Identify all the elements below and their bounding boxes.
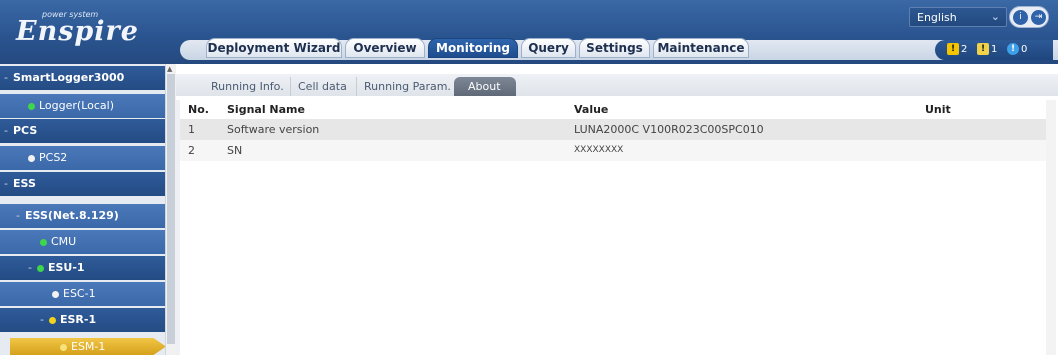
status-dot-icon xyxy=(49,316,56,324)
cell-value: XXXXXXXX xyxy=(574,145,624,155)
minor-alarm-icon: ! xyxy=(977,43,989,55)
cell-no: 2 xyxy=(188,144,195,157)
tree-item-label: ESM-1 xyxy=(71,340,106,353)
tree-item-esr-1[interactable]: - ESR-1 xyxy=(0,308,165,332)
table-header-row: No. Signal Name Value Unit xyxy=(180,99,1054,119)
scrollbar-thumb[interactable] xyxy=(167,74,175,344)
signal-table: No. Signal Name Value Unit 1 Software ve… xyxy=(180,99,1054,161)
tab-running-param[interactable]: Running Param. xyxy=(356,77,458,96)
collapse-icon[interactable]: - xyxy=(4,172,11,196)
warning-alarm-icon: ! xyxy=(1007,43,1019,55)
content-panel: Running Info. Cell data Running Param. A… xyxy=(176,64,1058,355)
tree-item-esc-1[interactable]: ESC-1 xyxy=(0,282,165,306)
col-header-value: Value xyxy=(574,103,609,116)
tab-query[interactable]: Query xyxy=(521,38,576,58)
collapse-icon[interactable]: - xyxy=(40,308,47,332)
minor-alarm[interactable]: ! 1 xyxy=(977,43,997,55)
status-dot-icon xyxy=(52,290,59,298)
tree-item-label: ESS(Net.8.129) xyxy=(25,209,119,222)
tree-item-label: PCS2 xyxy=(39,151,68,164)
tree-item-label: CMU xyxy=(51,235,77,248)
tab-maintenance[interactable]: Maintenance xyxy=(653,38,749,58)
logout-icon[interactable]: ⇥ xyxy=(1031,10,1046,25)
content-left-edge xyxy=(176,100,180,355)
tree-item-label: ESU-1 xyxy=(48,261,85,274)
collapse-icon[interactable]: - xyxy=(28,256,35,280)
cell-signal-name: Software version xyxy=(227,123,320,136)
col-header-no: No. xyxy=(188,103,209,116)
tab-settings[interactable]: Settings xyxy=(579,38,650,58)
tab-running-info[interactable]: Running Info. xyxy=(204,77,291,96)
language-value: English xyxy=(917,11,957,24)
warning-alarm[interactable]: ! 0 xyxy=(1007,43,1027,55)
alarm-summary[interactable]: ! 2 ! 1 ! 0 xyxy=(935,40,1053,60)
info-icon[interactable]: i xyxy=(1013,10,1028,25)
tab-overview[interactable]: Overview xyxy=(345,38,425,58)
collapse-icon[interactable]: - xyxy=(16,204,23,228)
content-scrollbar[interactable] xyxy=(1046,100,1056,355)
chevron-down-icon: ⌄ xyxy=(990,10,1000,23)
cell-value: LUNA2000C V100R023C00SPC010 xyxy=(574,123,764,136)
tree-item-ess[interactable]: - ESS xyxy=(0,172,165,196)
sidebar-scrollbar[interactable]: ▲ xyxy=(165,64,176,355)
tree-item-label: SmartLogger3000 xyxy=(13,71,125,84)
logo-brand: Enspire xyxy=(16,16,139,47)
collapse-icon[interactable]: - xyxy=(4,66,11,90)
col-header-unit: Unit xyxy=(925,103,951,116)
col-header-signal-name: Signal Name xyxy=(227,103,305,116)
tree-item-esu-1[interactable]: - ESU-1 xyxy=(0,256,165,280)
tree-item-label: PCS xyxy=(13,124,38,137)
major-alarm-icon: ! xyxy=(947,43,959,55)
tab-cell-data[interactable]: Cell data xyxy=(290,77,354,96)
table-row: 1 Software version LUNA2000C V100R023C00… xyxy=(180,119,1054,140)
tree-item-logger-local[interactable]: Logger(Local) xyxy=(0,94,165,118)
status-dot-icon xyxy=(28,154,35,162)
tree-item-label: Logger(Local) xyxy=(39,99,115,112)
tab-monitoring[interactable]: Monitoring xyxy=(428,38,518,58)
minor-alarm-count: 1 xyxy=(991,44,998,55)
sub-tab-bar: Running Info. Cell data Running Param. A… xyxy=(176,74,1058,96)
status-dot-icon xyxy=(28,102,35,110)
tree-item-label: ESR-1 xyxy=(60,313,97,326)
header-icon-group: i ⇥ xyxy=(1009,6,1049,28)
tree-item-label: ESC-1 xyxy=(63,287,96,300)
status-dot-icon xyxy=(60,343,67,351)
cell-signal-name: SN xyxy=(227,144,243,157)
tab-about[interactable]: About xyxy=(454,77,516,96)
collapse-icon[interactable]: - xyxy=(4,119,11,143)
tree-item-pcs2[interactable]: PCS2 xyxy=(0,146,165,170)
language-select[interactable]: English ⌄ xyxy=(909,7,1007,27)
tree-item-esm-1[interactable]: ESM-1 xyxy=(10,338,166,355)
tree-item-pcs[interactable]: - PCS xyxy=(0,119,165,143)
tree-item-cmu[interactable]: CMU xyxy=(0,230,165,254)
major-alarm-count: 2 xyxy=(961,44,968,55)
tab-deployment-wizard[interactable]: Deployment Wizard xyxy=(206,38,342,58)
status-dot-icon xyxy=(40,238,47,246)
tree-item-ess-net[interactable]: - ESS(Net.8.129) xyxy=(0,204,165,228)
tree-item-smartlogger[interactable]: - SmartLogger3000 xyxy=(0,66,165,90)
tree-item-label: ESS xyxy=(13,177,36,190)
table-row: 2 SN XXXXXXXX xyxy=(180,140,1054,161)
scroll-up-icon[interactable]: ▲ xyxy=(167,65,172,73)
cell-no: 1 xyxy=(188,123,195,136)
status-dot-icon xyxy=(37,264,44,272)
warning-alarm-count: 0 xyxy=(1021,44,1028,55)
enspire-logo: power system Enspire xyxy=(12,6,162,52)
main-nav: Deployment Wizard Overview Monitoring Qu… xyxy=(180,36,1058,60)
major-alarm[interactable]: ! 2 xyxy=(947,43,967,55)
